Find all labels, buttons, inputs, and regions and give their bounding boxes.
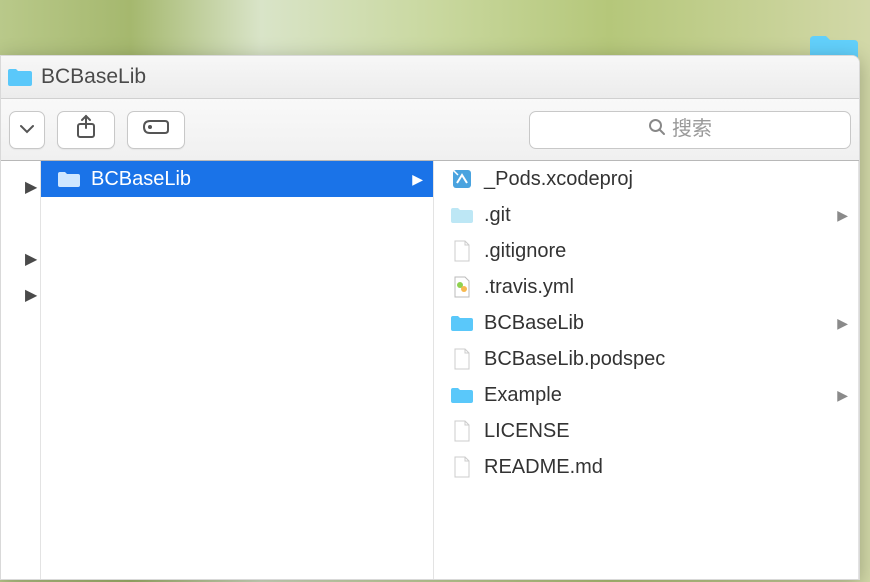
item-label: Example [484, 384, 562, 407]
column-0: ▶ ▶ ▶ [1, 161, 41, 579]
item-label: .travis.yml [484, 276, 574, 299]
column-1: BCBaseLib ▶ [41, 161, 434, 579]
finder-window: BCBaseLib [0, 55, 860, 580]
file-icon [448, 456, 476, 478]
search-icon [648, 118, 666, 141]
folder-icon [448, 314, 476, 332]
chevron-down-icon [19, 121, 35, 139]
list-item[interactable]: BCBaseLib.podspec [434, 341, 858, 377]
yml-icon [448, 276, 476, 298]
column-view: ▶ ▶ ▶ BCBaseLib▶ _Pods.xcodeproj.git▶.gi… [1, 161, 859, 579]
list-item[interactable]: LICENSE [434, 413, 858, 449]
triangle-right-icon: ▶ [837, 387, 848, 404]
window-title: BCBaseLib [41, 65, 146, 89]
list-item[interactable]: README.md [434, 449, 858, 485]
share-icon [75, 114, 97, 145]
list-item[interactable]: .travis.yml [434, 269, 858, 305]
item-label: _Pods.xcodeproj [484, 168, 633, 191]
file-icon [448, 240, 476, 262]
item-label: LICENSE [484, 420, 570, 443]
triangle-right-icon: ▶ [837, 315, 848, 332]
dropdown-button[interactable] [9, 111, 45, 149]
list-item[interactable]: .git ▶ [434, 197, 858, 233]
folder-icon [55, 170, 83, 188]
triangle-right-icon: ▶ [25, 249, 37, 269]
list-item[interactable]: BCBaseLib ▶ [41, 161, 433, 197]
list-item[interactable]: Example ▶ [434, 377, 858, 413]
folder-icon [448, 386, 476, 404]
toolbar [1, 99, 859, 161]
folder-icon [7, 67, 33, 87]
triangle-right-icon: ▶ [837, 207, 848, 224]
search-field[interactable] [529, 111, 851, 149]
item-label: BCBaseLib [484, 312, 584, 335]
triangle-right-icon: ▶ [25, 285, 37, 305]
item-label: BCBaseLib [91, 168, 191, 191]
file-icon [448, 420, 476, 442]
share-button[interactable] [57, 111, 115, 149]
tag-icon [141, 117, 171, 142]
list-item[interactable]: .gitignore [434, 233, 858, 269]
item-label: BCBaseLib.podspec [484, 348, 665, 371]
tag-button[interactable] [127, 111, 185, 149]
item-label: .gitignore [484, 240, 566, 263]
file-icon [448, 348, 476, 370]
list-item[interactable]: _Pods.xcodeproj [434, 161, 858, 197]
triangle-right-icon: ▶ [25, 177, 37, 197]
column-2: _Pods.xcodeproj .git ▶ .gitignore .travis.ym… [434, 161, 859, 579]
list-item[interactable]: BCBaseLib ▶ [434, 305, 858, 341]
titlebar: BCBaseLib [1, 56, 859, 99]
triangle-right-icon: ▶ [412, 171, 423, 188]
scrollbar[interactable]: ▶ ▶ ▶ [26, 161, 38, 579]
search-input[interactable] [672, 118, 732, 141]
xcodeproj-icon [448, 168, 476, 190]
item-label: README.md [484, 456, 603, 479]
item-label: .git [484, 204, 511, 227]
folder-icon [448, 206, 476, 224]
